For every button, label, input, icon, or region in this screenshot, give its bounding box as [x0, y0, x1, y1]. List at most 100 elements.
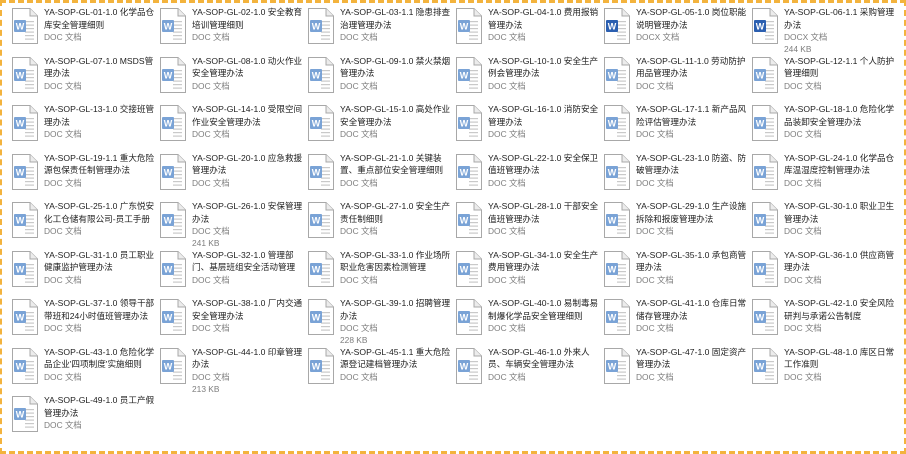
file-name: YA-SOP-GL-26-1.0 安保管理办法 — [192, 201, 303, 224]
file-type: DOC 文档 — [340, 323, 378, 333]
file-type: DOC 文档 — [636, 323, 674, 333]
file-item[interactable]: W YA-SOP-GL-11-1.0 劳动防护用品管理办法 DOC 文档 — [602, 55, 750, 104]
file-item[interactable]: W YA-SOP-GL-07-1.0 MSDS管理办法 DOC 文档 — [10, 55, 158, 104]
file-item[interactable]: W YA-SOP-GL-22-1.0 安全保卫值班管理办法 DOC 文档 — [454, 152, 602, 201]
file-item[interactable]: W YA-SOP-GL-31-1.0 员工职业健康监护管理办法 DOC 文档 — [10, 249, 158, 298]
file-item[interactable]: W YA-SOP-GL-43-1.0 危险化学品企业'四项制度'实施细则 DOC 文… — [10, 346, 158, 395]
svg-text:W: W — [16, 410, 25, 420]
file-item[interactable]: W YA-SOP-GL-08-1.0 动火作业安全管理办法 DOC 文档 — [158, 55, 306, 104]
file-text: YA-SOP-GL-18-1.0 危险化学品装卸安全管理办法 DOC 文档 — [784, 103, 895, 140]
file-item[interactable]: W YA-SOP-GL-05-1.0 岗位职能说明管理办法 DOCX 文档 — [602, 6, 750, 55]
svg-text:W: W — [16, 313, 25, 323]
file-item[interactable]: W YA-SOP-GL-48-1.0 库区日常工作准则 DOC 文档 — [750, 346, 898, 395]
file-name: YA-SOP-GL-05-1.0 岗位职能说明管理办法 — [636, 7, 747, 30]
file-text: YA-SOP-GL-44-1.0 印章管理办法 DOC 文档 213 KB — [192, 346, 303, 395]
file-item[interactable]: W YA-SOP-GL-15-1.0 高处作业安全管理办法 DOC 文档 — [306, 103, 454, 152]
file-name: YA-SOP-GL-44-1.0 印章管理办法 — [192, 346, 303, 370]
file-name: YA-SOP-GL-32-1.0 管理部门、基层班组安全活动管理办法 — [192, 249, 296, 273]
svg-text:W: W — [608, 361, 617, 371]
file-item[interactable]: W YA-SOP-GL-06-1.1 采购管理办法 DOCX 文档 244 KB — [750, 6, 898, 55]
file-item[interactable]: W YA-SOP-GL-42-1.0 安全风险研判与承诺公告制度 DOC 文档 — [750, 297, 898, 346]
word-doc-icon: W — [752, 347, 778, 384]
file-item[interactable]: W YA-SOP-GL-16-1.0 消防安全管理办法 DOC 文档 — [454, 103, 602, 152]
file-type: DOC 文档 — [340, 129, 378, 139]
file-text: YA-SOP-GL-17-1.1 新产品风险评估管理办法 DOC 文档 — [636, 103, 747, 140]
file-type: DOC 文档 — [488, 129, 526, 139]
svg-text:W: W — [756, 216, 765, 226]
file-item[interactable]: W YA-SOP-GL-21-1.0 关键装置、重点部位安全管理细则 DOC 文档 — [306, 152, 454, 201]
word-doc-icon: W — [456, 8, 482, 44]
svg-text:W: W — [16, 216, 25, 226]
file-name: YA-SOP-GL-13-1.0 交接班管理办法 — [44, 104, 155, 127]
word-doc-icon: W — [308, 347, 334, 384]
word-doc-icon: W — [456, 153, 482, 190]
file-item[interactable]: W YA-SOP-GL-41-1.0 仓库日常储存管理办法 DOC 文档 — [602, 297, 750, 346]
file-type: DOC 文档 — [784, 80, 822, 91]
file-item[interactable]: W YA-SOP-GL-10-1.0 安全生产例会管理办法 DOC 文档 — [454, 55, 602, 104]
word-doc-icon: W — [160, 299, 186, 335]
file-item[interactable]: W YA-SOP-GL-30-1.0 职业卫生管理办法 DOC 文档 — [750, 200, 898, 249]
file-item[interactable]: W YA-SOP-GL-09-1.0 禁火禁烟管理办法 DOC 文档 — [306, 55, 454, 104]
file-item[interactable]: W YA-SOP-GL-33-1.0 作业场所职业危害因素检测管理 DOC 文档 — [306, 249, 454, 298]
file-name: YA-SOP-GL-15-1.0 高处作业安全管理办法 — [340, 104, 451, 127]
file-item[interactable]: W YA-SOP-GL-17-1.1 新产品风险评估管理办法 DOC 文档 — [602, 103, 750, 152]
file-item[interactable]: W YA-SOP-GL-32-1.0 管理部门、基层班组安全活动管理办法DOC 文… — [158, 249, 306, 298]
file-item[interactable]: W YA-SOP-GL-28-1.0 干部安全值班管理办法 DOC 文档 — [454, 200, 602, 249]
file-item[interactable]: W YA-SOP-GL-26-1.0 安保管理办法 DOC 文档 241 KB — [158, 200, 306, 249]
file-item[interactable]: W YA-SOP-GL-27-1.0 安全生产责任制细则 DOC 文档 — [306, 200, 454, 249]
file-text: YA-SOP-GL-32-1.0 管理部门、基层班组安全活动管理办法DOC 文档 — [192, 249, 303, 286]
file-item[interactable]: W YA-SOP-GL-44-1.0 印章管理办法 DOC 文档 213 KB — [158, 346, 306, 395]
file-item[interactable]: W YA-SOP-GL-40-1.0 易制毒易制爆化学品安全管理细则 DOC 文档 — [454, 297, 602, 346]
file-text: YA-SOP-GL-25-1.0 广东悦安化工仓储有限公司-员工手册 DOC 文档 — [44, 200, 155, 237]
file-type: DOC 文档 — [44, 420, 82, 430]
file-name: YA-SOP-GL-04-1.0 费用报销管理办法 — [488, 7, 599, 30]
file-text: YA-SOP-GL-47-1.0 固定资产管理办法 DOC 文档 — [636, 346, 747, 383]
file-item[interactable]: W YA-SOP-GL-14-1.0 受限空间作业安全管理办法 DOC 文档 — [158, 103, 306, 152]
file-item[interactable]: W YA-SOP-GL-34-1.0 安全生产费用管理办法 DOC 文档 — [454, 249, 602, 298]
file-item[interactable]: W YA-SOP-GL-46-1.0 外来人员、车辆安全管理办法 DOC 文档 — [454, 346, 602, 395]
file-item[interactable]: W YA-SOP-GL-47-1.0 固定资产管理办法 DOC 文档 — [602, 346, 750, 395]
file-type: DOC 文档 — [636, 274, 674, 285]
word-doc-icon: W — [456, 202, 482, 238]
file-item[interactable]: W YA-SOP-GL-36-1.0 供应商管理办法 DOC 文档 — [750, 249, 898, 298]
file-type: DOC 文档 — [784, 371, 822, 382]
file-type: DOC 文档 — [340, 177, 378, 188]
word-doc-icon: W — [12, 56, 38, 93]
word-doc-icon: W — [12, 250, 38, 287]
file-item[interactable]: W YA-SOP-GL-13-1.0 交接班管理办法 DOC 文档 — [10, 103, 158, 152]
word-doc-icon: W — [12, 105, 38, 141]
file-item[interactable]: W YA-SOP-GL-23-1.0 防盗、防破管理办法 DOC 文档 — [602, 152, 750, 201]
svg-text:W: W — [756, 361, 765, 371]
svg-text:W: W — [312, 264, 321, 274]
svg-text:W: W — [756, 167, 765, 177]
file-item[interactable]: W YA-SOP-GL-29-1.0 生产设施拆除和报废管理办法 DOC 文档 — [602, 200, 750, 249]
file-item[interactable]: W YA-SOP-GL-25-1.0 广东悦安化工仓储有限公司-员工手册 DOC 文… — [10, 200, 158, 249]
file-item[interactable]: W YA-SOP-GL-35-1.0 承包商管理办法 DOC 文档 — [602, 249, 750, 298]
svg-text:W: W — [756, 313, 765, 323]
file-name: YA-SOP-GL-37-1.0 领导干部带班和24小时值班管理办法 — [44, 298, 155, 321]
file-item[interactable]: W YA-SOP-GL-38-1.0 厂内交通安全管理办法 DOC 文档 — [158, 297, 306, 346]
file-item[interactable]: W YA-SOP-GL-04-1.0 费用报销管理办法 DOC 文档 — [454, 6, 602, 55]
file-item[interactable]: W YA-SOP-GL-03-1.1 隐患排查治理管理办法 DOC 文档 — [306, 6, 454, 55]
svg-text:W: W — [164, 22, 173, 32]
file-item[interactable]: W YA-SOP-GL-19-1.1 重大危险源包保责任制管理办法 DOC 文档 — [10, 152, 158, 201]
file-item[interactable]: W YA-SOP-GL-49-1.0 员工产假管理办法 DOC 文档 — [10, 394, 158, 443]
file-name: YA-SOP-GL-18-1.0 危险化学品装卸安全管理办法 — [784, 104, 895, 127]
file-item[interactable]: W YA-SOP-GL-12-1.1 个人防护管理细则 DOC 文档 — [750, 55, 898, 104]
file-item[interactable]: W YA-SOP-GL-02-1.0 安全教育培训管理细则 DOC 文档 — [158, 6, 306, 55]
file-item[interactable]: W YA-SOP-GL-24-1.0 化学品仓库温湿度控制管理办法 DOC 文档 — [750, 152, 898, 201]
file-item[interactable]: W YA-SOP-GL-37-1.0 领导干部带班和24小时值班管理办法 DOC 文… — [10, 297, 158, 346]
file-item[interactable]: W YA-SOP-GL-18-1.0 危险化学品装卸安全管理办法 DOC 文档 — [750, 103, 898, 152]
file-type: DOC 文档 — [192, 323, 230, 333]
file-name: YA-SOP-GL-46-1.0 外来人员、车辆安全管理办法 — [488, 346, 590, 370]
svg-text:W: W — [608, 216, 617, 226]
file-item[interactable]: W YA-SOP-GL-39-1.0 招聘管理办法 DOC 文档 228 KB — [306, 297, 454, 346]
file-item[interactable]: W YA-SOP-GL-01-1.0 化学品仓库安全管理细则 DOC 文档 — [10, 6, 158, 55]
file-grid: W YA-SOP-GL-01-1.0 化学品仓库安全管理细则 DOC 文档 W YA-S… — [10, 6, 898, 443]
file-name: YA-SOP-GL-06-1.1 采购管理办法 — [784, 7, 895, 30]
word-doc-icon: W — [160, 105, 186, 141]
svg-text:W: W — [460, 70, 469, 80]
file-text: YA-SOP-GL-33-1.0 作业场所职业危害因素检测管理 DOC 文档 — [340, 249, 451, 286]
file-item[interactable]: W YA-SOP-GL-20-1.0 应急救援管理办法 DOC 文档 — [158, 152, 306, 201]
file-item[interactable]: W YA-SOP-GL-45-1.1 重大危险源登记建档管理办法 DOC 文档 — [306, 346, 454, 395]
